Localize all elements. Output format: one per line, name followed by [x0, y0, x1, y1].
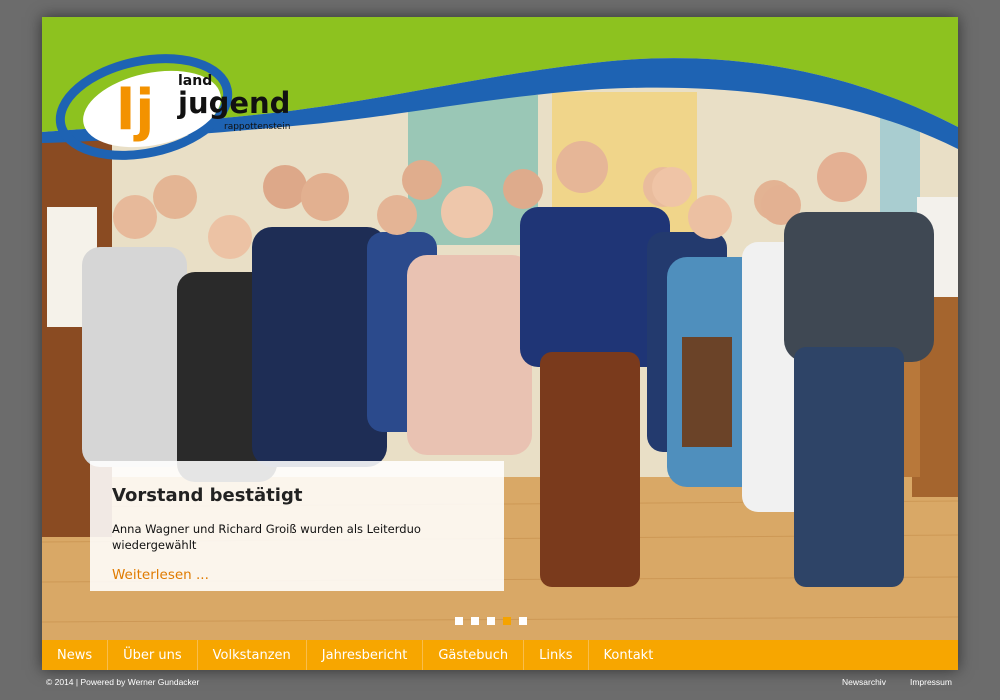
slide-text: Anna Wagner und Richard Groiß wurden als… [112, 522, 421, 552]
nav-item-jahresbericht[interactable]: Jahresbericht [307, 640, 424, 670]
footer-copyright: © 2014 | Powered by Werner Gundacker [46, 677, 200, 687]
carousel-dot[interactable] [487, 617, 495, 625]
nav-item-news[interactable]: News [42, 640, 109, 670]
carousel-indicators [455, 617, 527, 627]
hero-carousel: lj land jugend rappottenstein Vorstand b… [42, 17, 958, 640]
main-nav: News Über uns Volkstanzen Jahresbericht … [42, 640, 958, 670]
site-logo[interactable]: lj land jugend rappottenstein [54, 27, 304, 167]
logo-word-main: jugend [177, 86, 290, 120]
nav-item-links[interactable]: Links [524, 640, 589, 670]
logo-word-sub: rappottenstein [224, 122, 290, 132]
slide-caption: Vorstand bestätigt Anna Wagner und Richa… [90, 461, 504, 591]
slide-title: Vorstand bestätigt [112, 485, 303, 506]
logo-letters: lj [116, 78, 154, 143]
carousel-dot[interactable] [471, 617, 479, 625]
nav-item-volkstanzen[interactable]: Volkstanzen [198, 640, 307, 670]
carousel-dot[interactable] [519, 617, 527, 625]
carousel-dot[interactable] [503, 617, 511, 625]
nav-item-gaestebuch[interactable]: Gästebuch [423, 640, 525, 670]
footer-link-newsarchiv[interactable]: Newsarchiv [842, 677, 886, 687]
footer-link-impressum[interactable]: Impressum [910, 677, 952, 687]
read-more-link[interactable]: Weiterlesen ... [112, 567, 209, 583]
page: lj land jugend rappottenstein Vorstand b… [42, 17, 958, 670]
carousel-dot[interactable] [455, 617, 463, 625]
footer-links: Newsarchiv Impressum [842, 677, 952, 687]
nav-item-kontakt[interactable]: Kontakt [589, 640, 669, 670]
nav-item-ueber-uns[interactable]: Über uns [108, 640, 198, 670]
